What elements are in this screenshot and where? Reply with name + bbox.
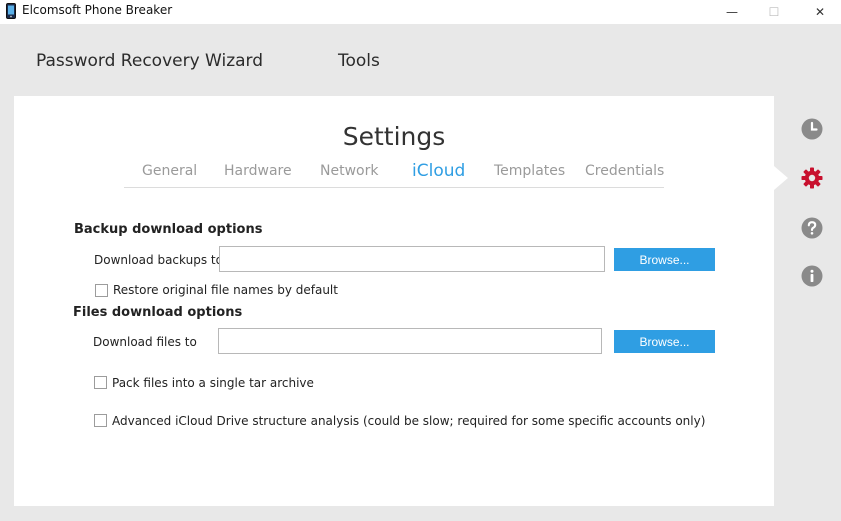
page-title: Settings	[342, 122, 446, 151]
tab-general[interactable]: General	[142, 163, 197, 179]
tab-icloud[interactable]: iCloud	[412, 161, 465, 181]
pack-tar-checkbox[interactable]	[94, 376, 107, 389]
settings-gear-icon[interactable]	[801, 167, 823, 189]
tab-hardware[interactable]: Hardware	[224, 163, 292, 179]
app-logo-icon	[6, 3, 16, 19]
advanced-analysis-checkbox[interactable]	[94, 414, 107, 427]
title-bar: Elcomsoft Phone Breaker — ☐ ✕	[0, 0, 841, 24]
tab-credentials[interactable]: Credentials	[585, 163, 664, 179]
files-section-title: Files download options	[73, 305, 243, 320]
history-icon[interactable]	[801, 118, 823, 140]
download-backups-input[interactable]	[219, 246, 605, 272]
info-icon[interactable]	[801, 265, 823, 287]
nav-password-recovery-wizard[interactable]: Password Recovery Wizard	[36, 51, 263, 71]
download-backups-label: Download backups to	[94, 253, 223, 267]
nav-tools[interactable]: Tools	[338, 51, 380, 71]
browse-backups-button[interactable]: Browse...	[614, 248, 715, 271]
restore-filenames-label[interactable]: Restore original file names by default	[113, 283, 338, 297]
advanced-analysis-label[interactable]: Advanced iCloud Drive structure analysis…	[112, 414, 705, 428]
close-button[interactable]: ✕	[800, 0, 840, 24]
top-navigation: Password Recovery Wizard Tools	[0, 24, 841, 96]
pack-tar-label[interactable]: Pack files into a single tar archive	[112, 376, 314, 390]
help-icon[interactable]	[801, 217, 823, 239]
settings-panel: Settings General Hardware Network iCloud…	[14, 96, 774, 506]
settings-tabs: General Hardware Network iCloud Template…	[124, 161, 664, 188]
tab-templates[interactable]: Templates	[494, 163, 565, 179]
restore-filenames-checkbox[interactable]	[95, 284, 108, 297]
backup-section-title: Backup download options	[74, 222, 263, 237]
browse-files-button[interactable]: Browse...	[614, 330, 715, 353]
download-files-label: Download files to	[93, 335, 197, 349]
maximize-button[interactable]: ☐	[754, 0, 794, 24]
active-panel-pointer	[774, 166, 788, 190]
window-title: Elcomsoft Phone Breaker	[22, 3, 173, 17]
download-files-input[interactable]	[218, 328, 602, 354]
tab-network[interactable]: Network	[320, 163, 378, 179]
minimize-button[interactable]: —	[712, 0, 752, 24]
